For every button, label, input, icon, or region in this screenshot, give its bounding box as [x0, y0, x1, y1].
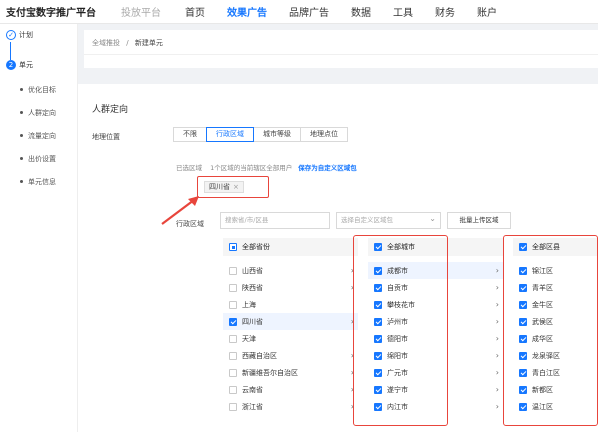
- list-item-label: 西藏自治区: [242, 351, 277, 360]
- chevron-right-icon: ›: [495, 317, 499, 326]
- list-item-label: 浙江省: [242, 402, 263, 411]
- checkbox[interactable]: [229, 368, 237, 377]
- save-custom-region-link[interactable]: 保存为自定义区域包: [298, 164, 357, 172]
- checkbox[interactable]: [229, 334, 237, 343]
- audience-targeting-card: 人群定向 地理位置 不限 行政区域 城市等级 地理点位 已选区域 1个区域的当前…: [78, 84, 598, 432]
- select-all-provinces-checkbox[interactable]: [229, 243, 237, 251]
- step-plan[interactable]: ✓ 计划: [6, 30, 33, 40]
- list-item-label: 上海: [242, 300, 256, 309]
- nav-tools[interactable]: 工具: [393, 4, 413, 19]
- annotation-district-box: [503, 235, 598, 426]
- checkbox[interactable]: [229, 351, 237, 360]
- divider: [84, 54, 598, 55]
- sub-item-optimization[interactable]: 优化目标: [20, 78, 56, 101]
- geo-tab-geo-point[interactable]: 地理点位: [300, 127, 348, 142]
- checkbox[interactable]: [229, 402, 237, 411]
- checkbox[interactable]: [229, 300, 237, 309]
- list-item[interactable]: 西藏自治区 ›: [223, 347, 358, 364]
- province-column: 全部省份 山西省 › 陕西省 › 上海 四川省 › 天津 西藏自治区 › 新疆维吾尔自治…: [223, 238, 358, 415]
- list-item-label: 山西省: [242, 266, 263, 275]
- section-title: 人群定向: [92, 105, 129, 115]
- checkbox[interactable]: [229, 385, 237, 394]
- top-navbar: 支付宝数字推广平台 投放平台 首页 效果广告 品牌广告 数据 工具 财务 账户: [0, 0, 598, 24]
- chevron-right-icon: ›: [495, 402, 499, 411]
- list-item[interactable]: 陕西省 ›: [223, 279, 358, 296]
- step-unit-label: 单元: [19, 61, 33, 69]
- chevron-right-icon: ›: [495, 368, 499, 377]
- step-number: 2: [6, 60, 16, 70]
- geo-tab-admin-region[interactable]: 行政区域: [206, 127, 254, 142]
- batch-upload-button[interactable]: 批量上传区域: [447, 212, 511, 229]
- annotation-city-box: [353, 235, 448, 426]
- step-unit[interactable]: 2 单元: [6, 60, 33, 70]
- nav-finance[interactable]: 财务: [435, 4, 455, 19]
- admin-region-label: 行政区域: [176, 220, 204, 228]
- selected-prefix: 已选区域: [176, 164, 202, 172]
- nav-data[interactable]: 数据: [351, 4, 371, 19]
- list-item[interactable]: 新疆维吾尔自治区 ›: [223, 364, 358, 381]
- list-item-label: 四川省: [242, 317, 263, 326]
- chevron-right-icon: ›: [495, 334, 499, 343]
- geo-tab-city-level[interactable]: 城市等级: [253, 127, 301, 142]
- main-nav: 首页 效果广告 品牌广告 数据 工具 财务 账户: [185, 4, 519, 19]
- chevron-right-icon: ›: [495, 351, 499, 360]
- list-item[interactable]: 山西省 ›: [223, 262, 358, 279]
- list-item[interactable]: 浙江省 ›: [223, 398, 358, 415]
- region-search-input[interactable]: 搜索省/市/区县: [220, 212, 330, 229]
- selected-summary: 已选区域 1个区域的当前辖区全部用户 保存为自定义区域包: [176, 162, 357, 172]
- list-item[interactable]: 天津: [223, 330, 358, 347]
- platform-link[interactable]: 投放平台: [121, 4, 161, 19]
- breadcrumb-card: 全域推投 / 新建单元: [84, 30, 598, 68]
- nav-brand-ads[interactable]: 品牌广告: [289, 4, 329, 19]
- list-item-label: 陕西省: [242, 283, 263, 292]
- check-icon: ✓: [6, 30, 16, 40]
- list-item[interactable]: 上海: [223, 296, 358, 313]
- checkbox[interactable]: [229, 266, 237, 275]
- chevron-right-icon: ›: [495, 300, 499, 309]
- checkbox[interactable]: [229, 283, 237, 292]
- sub-item-unit-info[interactable]: 单元信息: [20, 170, 56, 193]
- tag-label: 四川省: [209, 183, 230, 191]
- geo-tab-unlimited[interactable]: 不限: [173, 127, 207, 142]
- list-item-label: 新疆维吾尔自治区: [242, 368, 298, 377]
- list-item[interactable]: 云南省 ›: [223, 381, 358, 398]
- list-item[interactable]: 四川省 ›: [223, 313, 358, 330]
- nav-account[interactable]: 账户: [477, 4, 497, 19]
- chevron-right-icon: ›: [495, 283, 499, 292]
- checkbox[interactable]: [229, 317, 237, 326]
- annotation-highlight-box: 四川省 ×: [197, 176, 269, 198]
- province-header[interactable]: 全部省份: [223, 238, 358, 256]
- nav-home[interactable]: 首页: [185, 4, 205, 19]
- chevron-right-icon: ›: [495, 266, 499, 275]
- selected-region-tag: 四川省 ×: [204, 181, 244, 193]
- chevron-right-icon: ›: [495, 385, 499, 394]
- province-header-label: 全部省份: [242, 243, 270, 251]
- breadcrumb-current: 新建单元: [134, 39, 163, 47]
- breadcrumb-separator: /: [126, 39, 129, 47]
- step-sub-list: 优化目标 人群定向 流量定向 出价设置 单元信息: [20, 78, 56, 193]
- steps-sidebar: ✓ 计划 2 单元 优化目标 人群定向 流量定向 出价设置 单元信息: [0, 24, 78, 432]
- geo-label: 地理位置: [92, 133, 120, 141]
- nav-performance-ads[interactable]: 效果广告: [227, 4, 267, 19]
- brand-title: 支付宝数字推广平台: [6, 8, 96, 19]
- breadcrumb: 全域推投 / 新建单元: [92, 38, 163, 48]
- sub-item-bid[interactable]: 出价设置: [20, 147, 56, 170]
- list-item-label: 天津: [242, 334, 256, 343]
- selected-text: 1个区域的当前辖区全部用户: [210, 164, 293, 172]
- sub-item-audience[interactable]: 人群定向: [20, 101, 56, 124]
- step-plan-label: 计划: [19, 31, 33, 39]
- step-connector: [10, 42, 11, 60]
- list-item-label: 云南省: [242, 385, 263, 394]
- sub-item-traffic[interactable]: 流量定向: [20, 124, 56, 147]
- close-icon[interactable]: ×: [233, 183, 239, 191]
- geo-tab-group: 不限 行政区域 城市等级 地理点位: [173, 127, 348, 142]
- custom-region-select[interactable]: 选择自定义区域包: [336, 211, 441, 229]
- breadcrumb-parent[interactable]: 全域推投: [92, 39, 120, 47]
